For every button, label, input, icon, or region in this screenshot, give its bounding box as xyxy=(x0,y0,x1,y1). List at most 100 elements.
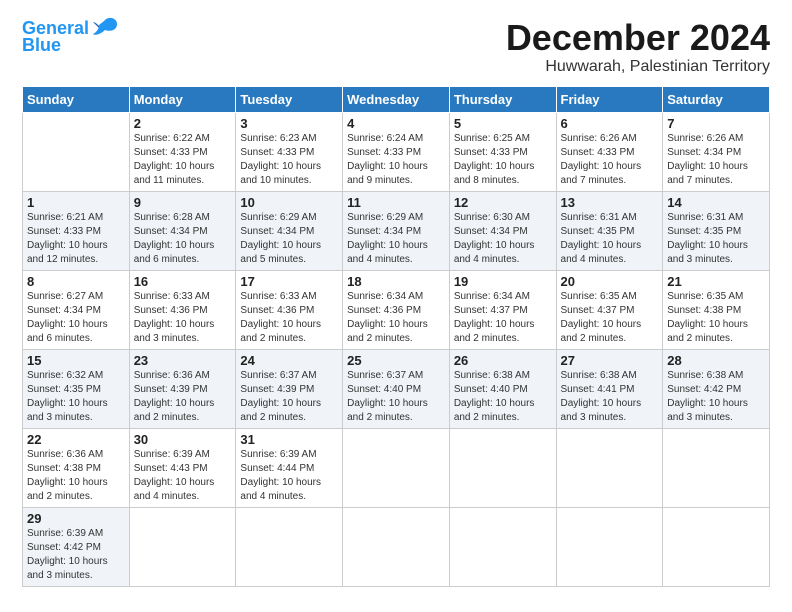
col-monday: Monday xyxy=(129,86,236,112)
day-number: 11 xyxy=(347,195,445,210)
col-wednesday: Wednesday xyxy=(343,86,450,112)
day-number: 9 xyxy=(134,195,232,210)
table-row: 15 Sunrise: 6:32 AMSunset: 4:35 PMDaylig… xyxy=(23,349,130,428)
day-info: Sunrise: 6:22 AMSunset: 4:33 PMDaylight:… xyxy=(134,133,215,186)
day-info: Sunrise: 6:26 AMSunset: 4:33 PMDaylight:… xyxy=(561,133,642,186)
table-row: 26 Sunrise: 6:38 AMSunset: 4:40 PMDaylig… xyxy=(449,349,556,428)
calendar-row: 22 Sunrise: 6:36 AMSunset: 4:38 PMDaylig… xyxy=(23,428,770,507)
day-info: Sunrise: 6:33 AMSunset: 4:36 PMDaylight:… xyxy=(240,291,321,344)
day-number: 13 xyxy=(561,195,659,210)
day-number: 30 xyxy=(134,432,232,447)
day-info: Sunrise: 6:31 AMSunset: 4:35 PMDaylight:… xyxy=(667,212,748,265)
day-number: 24 xyxy=(240,353,338,368)
page-title: December 2024 xyxy=(506,18,770,58)
table-row: 14 Sunrise: 6:31 AMSunset: 4:35 PMDaylig… xyxy=(663,191,770,270)
day-info: Sunrise: 6:39 AMSunset: 4:43 PMDaylight:… xyxy=(134,449,215,502)
table-row: 21 Sunrise: 6:35 AMSunset: 4:38 PMDaylig… xyxy=(663,270,770,349)
day-number: 29 xyxy=(27,511,125,526)
day-number: 20 xyxy=(561,274,659,289)
day-info: Sunrise: 6:29 AMSunset: 4:34 PMDaylight:… xyxy=(347,212,428,265)
day-info: Sunrise: 6:39 AMSunset: 4:44 PMDaylight:… xyxy=(240,449,321,502)
table-row xyxy=(556,428,663,507)
day-number: 8 xyxy=(27,274,125,289)
day-number: 27 xyxy=(561,353,659,368)
table-row: 5 Sunrise: 6:25 AMSunset: 4:33 PMDayligh… xyxy=(449,112,556,191)
table-row: 30 Sunrise: 6:39 AMSunset: 4:43 PMDaylig… xyxy=(129,428,236,507)
table-row: 27 Sunrise: 6:38 AMSunset: 4:41 PMDaylig… xyxy=(556,349,663,428)
table-row: 4 Sunrise: 6:24 AMSunset: 4:33 PMDayligh… xyxy=(343,112,450,191)
calendar-table: Sunday Monday Tuesday Wednesday Thursday… xyxy=(22,86,770,587)
day-info: Sunrise: 6:27 AMSunset: 4:34 PMDaylight:… xyxy=(27,291,108,344)
day-number: 25 xyxy=(347,353,445,368)
table-row xyxy=(236,507,343,586)
day-number: 4 xyxy=(347,116,445,131)
day-info: Sunrise: 6:26 AMSunset: 4:34 PMDaylight:… xyxy=(667,133,748,186)
table-row: 31 Sunrise: 6:39 AMSunset: 4:44 PMDaylig… xyxy=(236,428,343,507)
day-number: 10 xyxy=(240,195,338,210)
calendar-row: 29 Sunrise: 6:39 AMSunset: 4:42 PMDaylig… xyxy=(23,507,770,586)
table-row xyxy=(663,507,770,586)
day-info: Sunrise: 6:28 AMSunset: 4:34 PMDaylight:… xyxy=(134,212,215,265)
day-number: 28 xyxy=(667,353,765,368)
day-info: Sunrise: 6:34 AMSunset: 4:37 PMDaylight:… xyxy=(454,291,535,344)
table-row: 2 Sunrise: 6:22 AMSunset: 4:33 PMDayligh… xyxy=(129,112,236,191)
day-number: 31 xyxy=(240,432,338,447)
table-row: 22 Sunrise: 6:36 AMSunset: 4:38 PMDaylig… xyxy=(23,428,130,507)
day-info: Sunrise: 6:36 AMSunset: 4:39 PMDaylight:… xyxy=(134,370,215,423)
table-row: 1 Sunrise: 6:21 AMSunset: 4:33 PMDayligh… xyxy=(23,191,130,270)
table-row: 3 Sunrise: 6:23 AMSunset: 4:33 PMDayligh… xyxy=(236,112,343,191)
table-row: 28 Sunrise: 6:38 AMSunset: 4:42 PMDaylig… xyxy=(663,349,770,428)
col-thursday: Thursday xyxy=(449,86,556,112)
table-row xyxy=(23,112,130,191)
table-row: 17 Sunrise: 6:33 AMSunset: 4:36 PMDaylig… xyxy=(236,270,343,349)
page: General Blue December 2024 Huwwarah, Pal… xyxy=(0,0,792,612)
calendar-header-row: Sunday Monday Tuesday Wednesday Thursday… xyxy=(23,86,770,112)
table-row: 20 Sunrise: 6:35 AMSunset: 4:37 PMDaylig… xyxy=(556,270,663,349)
logo-blue-text: Blue xyxy=(22,36,61,56)
day-info: Sunrise: 6:30 AMSunset: 4:34 PMDaylight:… xyxy=(454,212,535,265)
day-number: 19 xyxy=(454,274,552,289)
table-row xyxy=(343,428,450,507)
table-row: 11 Sunrise: 6:29 AMSunset: 4:34 PMDaylig… xyxy=(343,191,450,270)
day-number: 5 xyxy=(454,116,552,131)
table-row xyxy=(449,507,556,586)
logo: General Blue xyxy=(22,18,119,56)
day-number: 14 xyxy=(667,195,765,210)
table-row xyxy=(343,507,450,586)
col-sunday: Sunday xyxy=(23,86,130,112)
day-info: Sunrise: 6:33 AMSunset: 4:36 PMDaylight:… xyxy=(134,291,215,344)
day-info: Sunrise: 6:35 AMSunset: 4:38 PMDaylight:… xyxy=(667,291,748,344)
title-block: December 2024 Huwwarah, Palestinian Terr… xyxy=(506,18,770,76)
day-number: 22 xyxy=(27,432,125,447)
day-number: 15 xyxy=(27,353,125,368)
day-info: Sunrise: 6:24 AMSunset: 4:33 PMDaylight:… xyxy=(347,133,428,186)
table-row: 8 Sunrise: 6:27 AMSunset: 4:34 PMDayligh… xyxy=(23,270,130,349)
day-number: 1 xyxy=(27,195,125,210)
day-number: 26 xyxy=(454,353,552,368)
day-info: Sunrise: 6:36 AMSunset: 4:38 PMDaylight:… xyxy=(27,449,108,502)
table-row: 19 Sunrise: 6:34 AMSunset: 4:37 PMDaylig… xyxy=(449,270,556,349)
day-number: 16 xyxy=(134,274,232,289)
day-info: Sunrise: 6:34 AMSunset: 4:36 PMDaylight:… xyxy=(347,291,428,344)
table-row: 18 Sunrise: 6:34 AMSunset: 4:36 PMDaylig… xyxy=(343,270,450,349)
day-info: Sunrise: 6:38 AMSunset: 4:41 PMDaylight:… xyxy=(561,370,642,423)
table-row xyxy=(663,428,770,507)
day-info: Sunrise: 6:37 AMSunset: 4:39 PMDaylight:… xyxy=(240,370,321,423)
day-info: Sunrise: 6:29 AMSunset: 4:34 PMDaylight:… xyxy=(240,212,321,265)
table-row: 29 Sunrise: 6:39 AMSunset: 4:42 PMDaylig… xyxy=(23,507,130,586)
col-saturday: Saturday xyxy=(663,86,770,112)
day-info: Sunrise: 6:21 AMSunset: 4:33 PMDaylight:… xyxy=(27,212,108,265)
day-number: 18 xyxy=(347,274,445,289)
table-row: 10 Sunrise: 6:29 AMSunset: 4:34 PMDaylig… xyxy=(236,191,343,270)
day-number: 3 xyxy=(240,116,338,131)
day-info: Sunrise: 6:38 AMSunset: 4:42 PMDaylight:… xyxy=(667,370,748,423)
day-info: Sunrise: 6:32 AMSunset: 4:35 PMDaylight:… xyxy=(27,370,108,423)
calendar-row: 2 Sunrise: 6:22 AMSunset: 4:33 PMDayligh… xyxy=(23,112,770,191)
table-row: 13 Sunrise: 6:31 AMSunset: 4:35 PMDaylig… xyxy=(556,191,663,270)
day-number: 6 xyxy=(561,116,659,131)
header: General Blue December 2024 Huwwarah, Pal… xyxy=(22,18,770,76)
logo-bird-icon xyxy=(91,16,119,40)
day-info: Sunrise: 6:38 AMSunset: 4:40 PMDaylight:… xyxy=(454,370,535,423)
table-row: 9 Sunrise: 6:28 AMSunset: 4:34 PMDayligh… xyxy=(129,191,236,270)
table-row: 7 Sunrise: 6:26 AMSunset: 4:34 PMDayligh… xyxy=(663,112,770,191)
